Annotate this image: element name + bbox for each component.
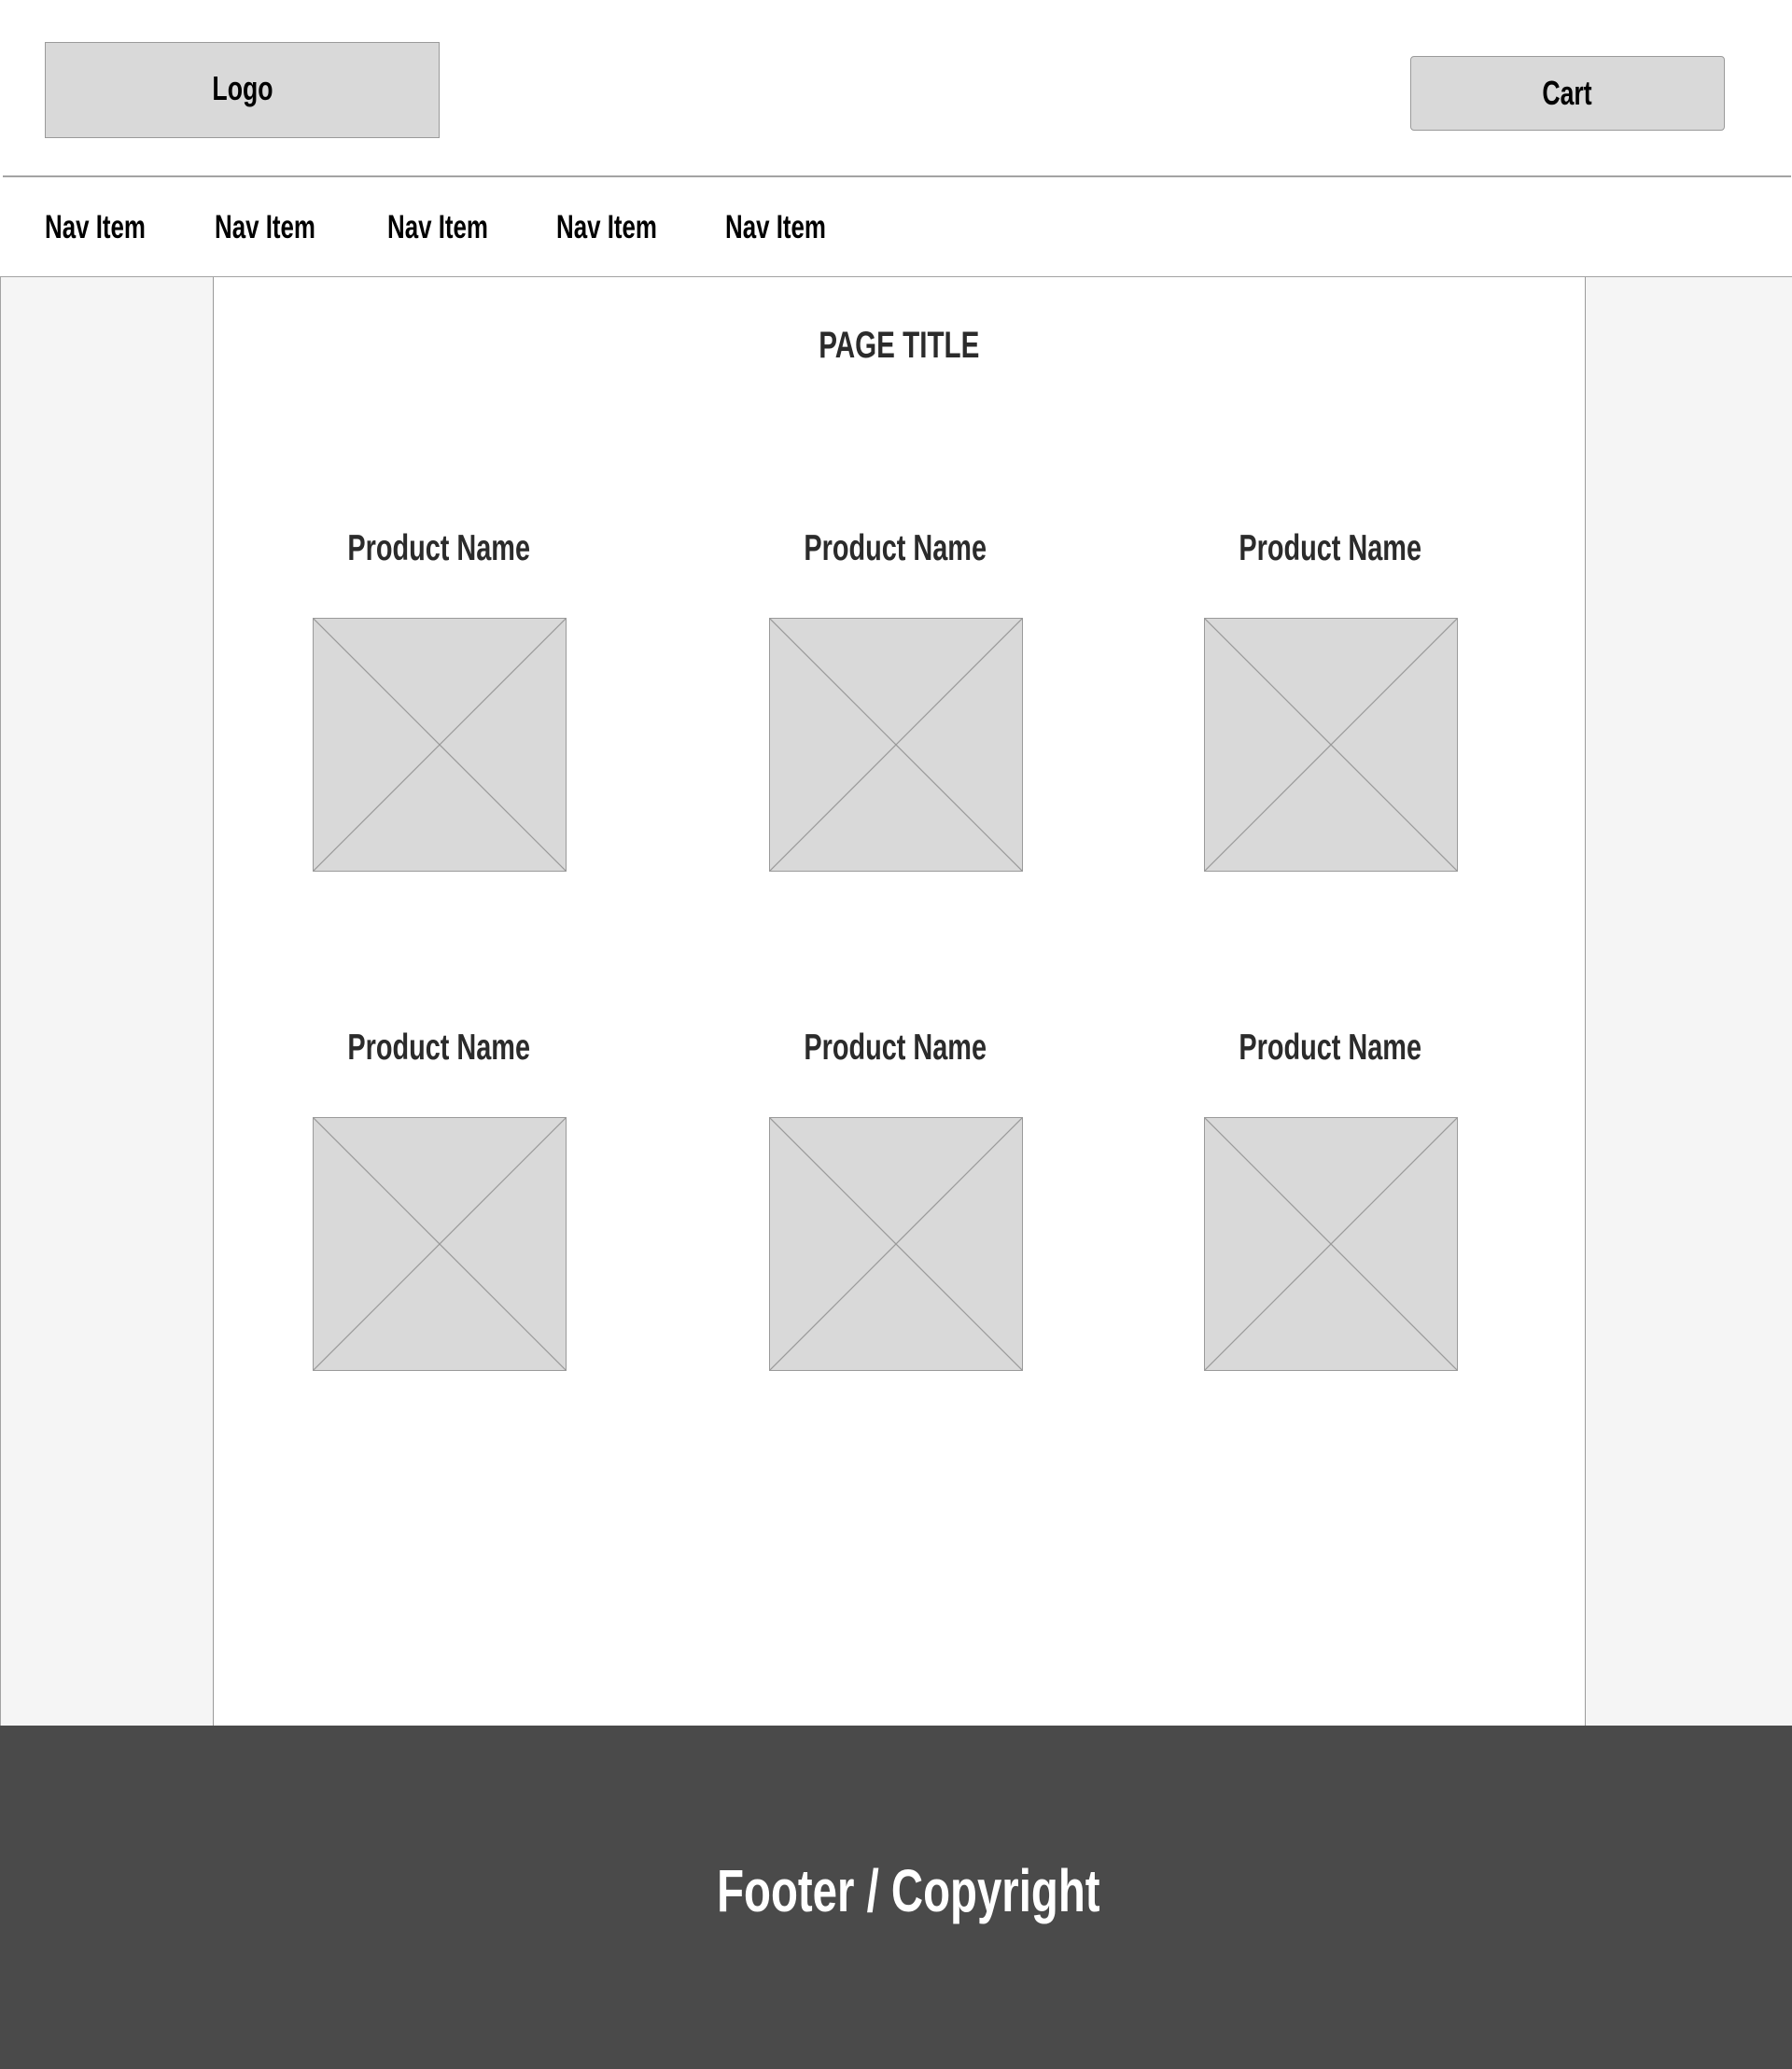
image-placeholder-icon — [770, 619, 1022, 871]
left-sidebar — [1, 277, 214, 1726]
product-name-text: Product Name — [347, 1028, 530, 1068]
nav-item-label: Nav Item — [215, 209, 315, 245]
nav-item-label: Nav Item — [725, 209, 826, 245]
footer-copyright: Footer / Copyright — [0, 1857, 1792, 1941]
footer-copyright-text: Footer / Copyright — [716, 1857, 1100, 1924]
product-name[interactable]: Product Name — [708, 1027, 1082, 1077]
nav-item-5[interactable]: Nav Item — [725, 207, 861, 248]
product-name-text: Product Name — [804, 1028, 987, 1068]
product-name[interactable]: Product Name — [252, 527, 625, 578]
product-name[interactable]: Product Name — [1143, 1027, 1517, 1077]
nav-item-label: Nav Item — [556, 209, 657, 245]
product-name-text: Product Name — [347, 528, 530, 568]
nav-item-1[interactable]: Nav Item — [45, 207, 181, 248]
product-name-text: Product Name — [1239, 528, 1421, 568]
main-content-frame — [0, 276, 1792, 1726]
nav-item-4[interactable]: Nav Item — [556, 207, 693, 248]
product-image[interactable] — [313, 1117, 567, 1371]
image-placeholder-icon — [314, 1118, 566, 1370]
page-title: PAGE TITLE — [213, 323, 1585, 376]
nav-item-label: Nav Item — [387, 209, 488, 245]
product-image[interactable] — [1204, 1117, 1458, 1371]
image-placeholder-icon — [770, 1118, 1022, 1370]
product-name[interactable]: Product Name — [252, 1027, 625, 1077]
nav-item-2[interactable]: Nav Item — [215, 207, 351, 248]
image-placeholder-icon — [1205, 1118, 1457, 1370]
nav-item-label: Nav Item — [45, 209, 146, 245]
header-divider — [3, 175, 1791, 177]
product-image[interactable] — [769, 1117, 1023, 1371]
image-placeholder-icon — [1205, 619, 1457, 871]
right-sidebar — [1585, 277, 1792, 1726]
product-image[interactable] — [313, 618, 567, 872]
product-name[interactable]: Product Name — [1143, 527, 1517, 578]
page-title-text: PAGE TITLE — [818, 325, 980, 366]
image-placeholder-icon — [314, 619, 566, 871]
product-name-text: Product Name — [804, 528, 987, 568]
nav-item-3[interactable]: Nav Item — [387, 207, 524, 248]
product-image[interactable] — [1204, 618, 1458, 872]
product-image[interactable] — [769, 618, 1023, 872]
product-name[interactable]: Product Name — [708, 527, 1082, 578]
product-name-text: Product Name — [1239, 1028, 1421, 1068]
logo[interactable]: Logo — [45, 42, 440, 138]
logo-label: Logo — [211, 68, 273, 107]
cart-button-label: Cart — [1542, 74, 1593, 112]
cart-button[interactable]: Cart — [1410, 56, 1725, 131]
